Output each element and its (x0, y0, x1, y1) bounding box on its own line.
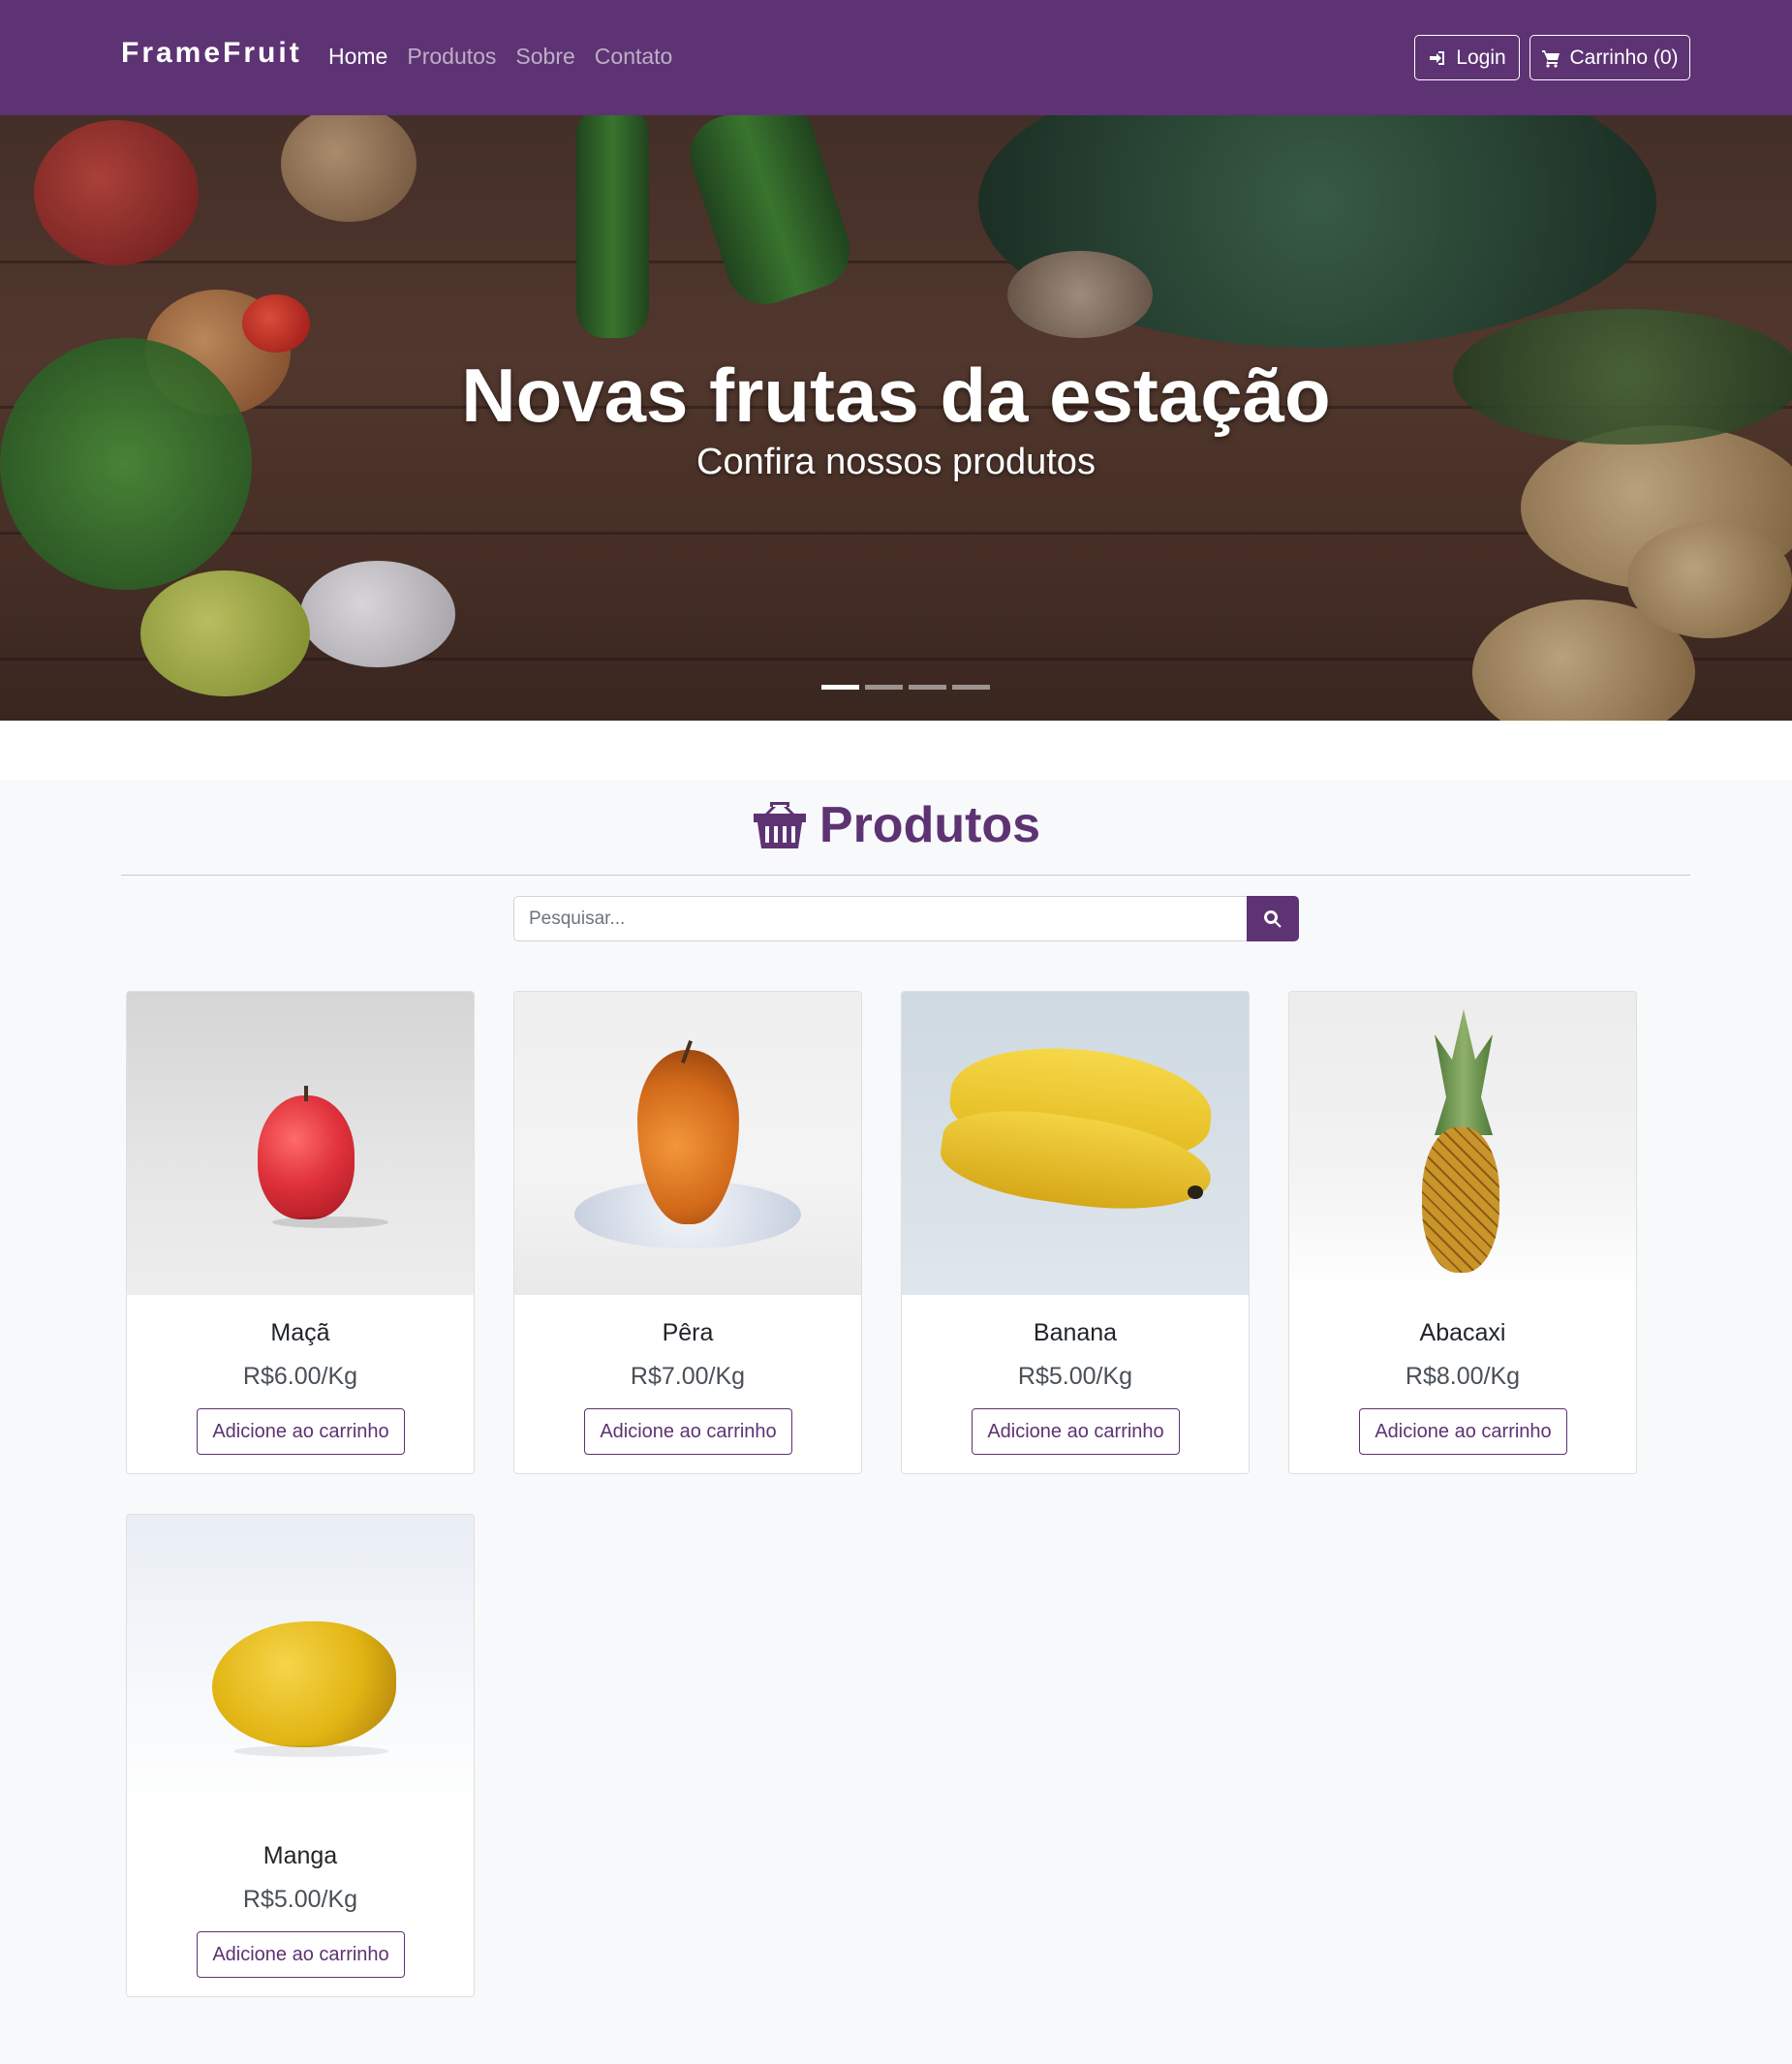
product-card-manga: Manga R$5.00/Kg Adicione ao carrinho (126, 1514, 475, 1997)
search-bar (513, 896, 1299, 941)
carousel-indicator-1[interactable] (821, 685, 859, 690)
product-name: Pêra (662, 1319, 714, 1346)
carousel-indicator-2[interactable] (865, 685, 903, 690)
product-image-mango (127, 1515, 474, 1818)
products-heading-label: Produtos (819, 797, 1041, 853)
add-to-cart-button[interactable]: Adicione ao carrinho (197, 1408, 405, 1455)
add-to-cart-button[interactable]: Adicione ao carrinho (197, 1931, 405, 1978)
navbar: FrameFruit Home Produtos Sobre Contato L… (0, 0, 1792, 115)
login-label: Login (1456, 46, 1506, 69)
carousel-indicator-3[interactable] (909, 685, 946, 690)
product-card-banana: Banana R$5.00/Kg Adicione ao carrinho (901, 991, 1250, 1474)
cart-icon (1542, 49, 1560, 68)
product-name: Maçã (270, 1319, 330, 1346)
divider (121, 875, 1690, 876)
cart-label: Carrinho (0) (1569, 46, 1679, 69)
product-price: R$5.00/Kg (1017, 1363, 1133, 1390)
search-button[interactable] (1247, 896, 1299, 941)
product-price: R$5.00/Kg (242, 1886, 358, 1913)
sign-in-icon (1430, 50, 1445, 65)
product-price: R$6.00/Kg (242, 1363, 358, 1390)
product-card-abacaxi: Abacaxi R$8.00/Kg Adicione ao carrinho (1288, 991, 1637, 1474)
add-to-cart-button[interactable]: Adicione ao carrinho (1359, 1408, 1567, 1455)
carousel-indicator-4[interactable] (952, 685, 990, 690)
brand-logo[interactable]: FrameFruit (121, 37, 302, 70)
add-to-cart-button[interactable]: Adicione ao carrinho (972, 1408, 1180, 1455)
nav-links: Home Produtos Sobre Contato (328, 44, 672, 70)
search-icon (1264, 909, 1282, 928)
product-card-pera: Pêra R$7.00/Kg Adicione ao carrinho (513, 991, 862, 1474)
carousel-indicators (821, 685, 990, 690)
product-name: Manga (263, 1842, 338, 1869)
basket-icon (753, 802, 806, 848)
products-heading: Produtos (0, 796, 1792, 854)
nav-link-contato[interactable]: Contato (595, 44, 673, 70)
cart-button[interactable]: Carrinho (0) (1529, 35, 1690, 80)
product-name: Abacaxi (1419, 1319, 1506, 1346)
product-name: Banana (1033, 1319, 1118, 1346)
product-price: R$8.00/Kg (1405, 1363, 1521, 1390)
login-button[interactable]: Login (1414, 35, 1520, 80)
product-card-maca: Maçã R$6.00/Kg Adicione ao carrinho (126, 991, 475, 1474)
product-image-pear (514, 992, 861, 1295)
product-price: R$7.00/Kg (630, 1363, 746, 1390)
search-input[interactable] (513, 896, 1247, 941)
nav-link-sobre[interactable]: Sobre (515, 44, 574, 70)
hero-carousel: Novas frutas da estação Confira nossos p… (0, 115, 1792, 721)
nav-link-home[interactable]: Home (328, 44, 387, 70)
hero-subtitle: Confira nossos produtos (696, 442, 1096, 482)
product-image-banana (902, 992, 1249, 1295)
product-image-pineapple (1289, 992, 1636, 1295)
add-to-cart-button[interactable]: Adicione ao carrinho (584, 1408, 792, 1455)
hero-title: Novas frutas da estação (461, 353, 1331, 438)
nav-link-produtos[interactable]: Produtos (407, 44, 496, 70)
product-image-apple (127, 992, 474, 1295)
